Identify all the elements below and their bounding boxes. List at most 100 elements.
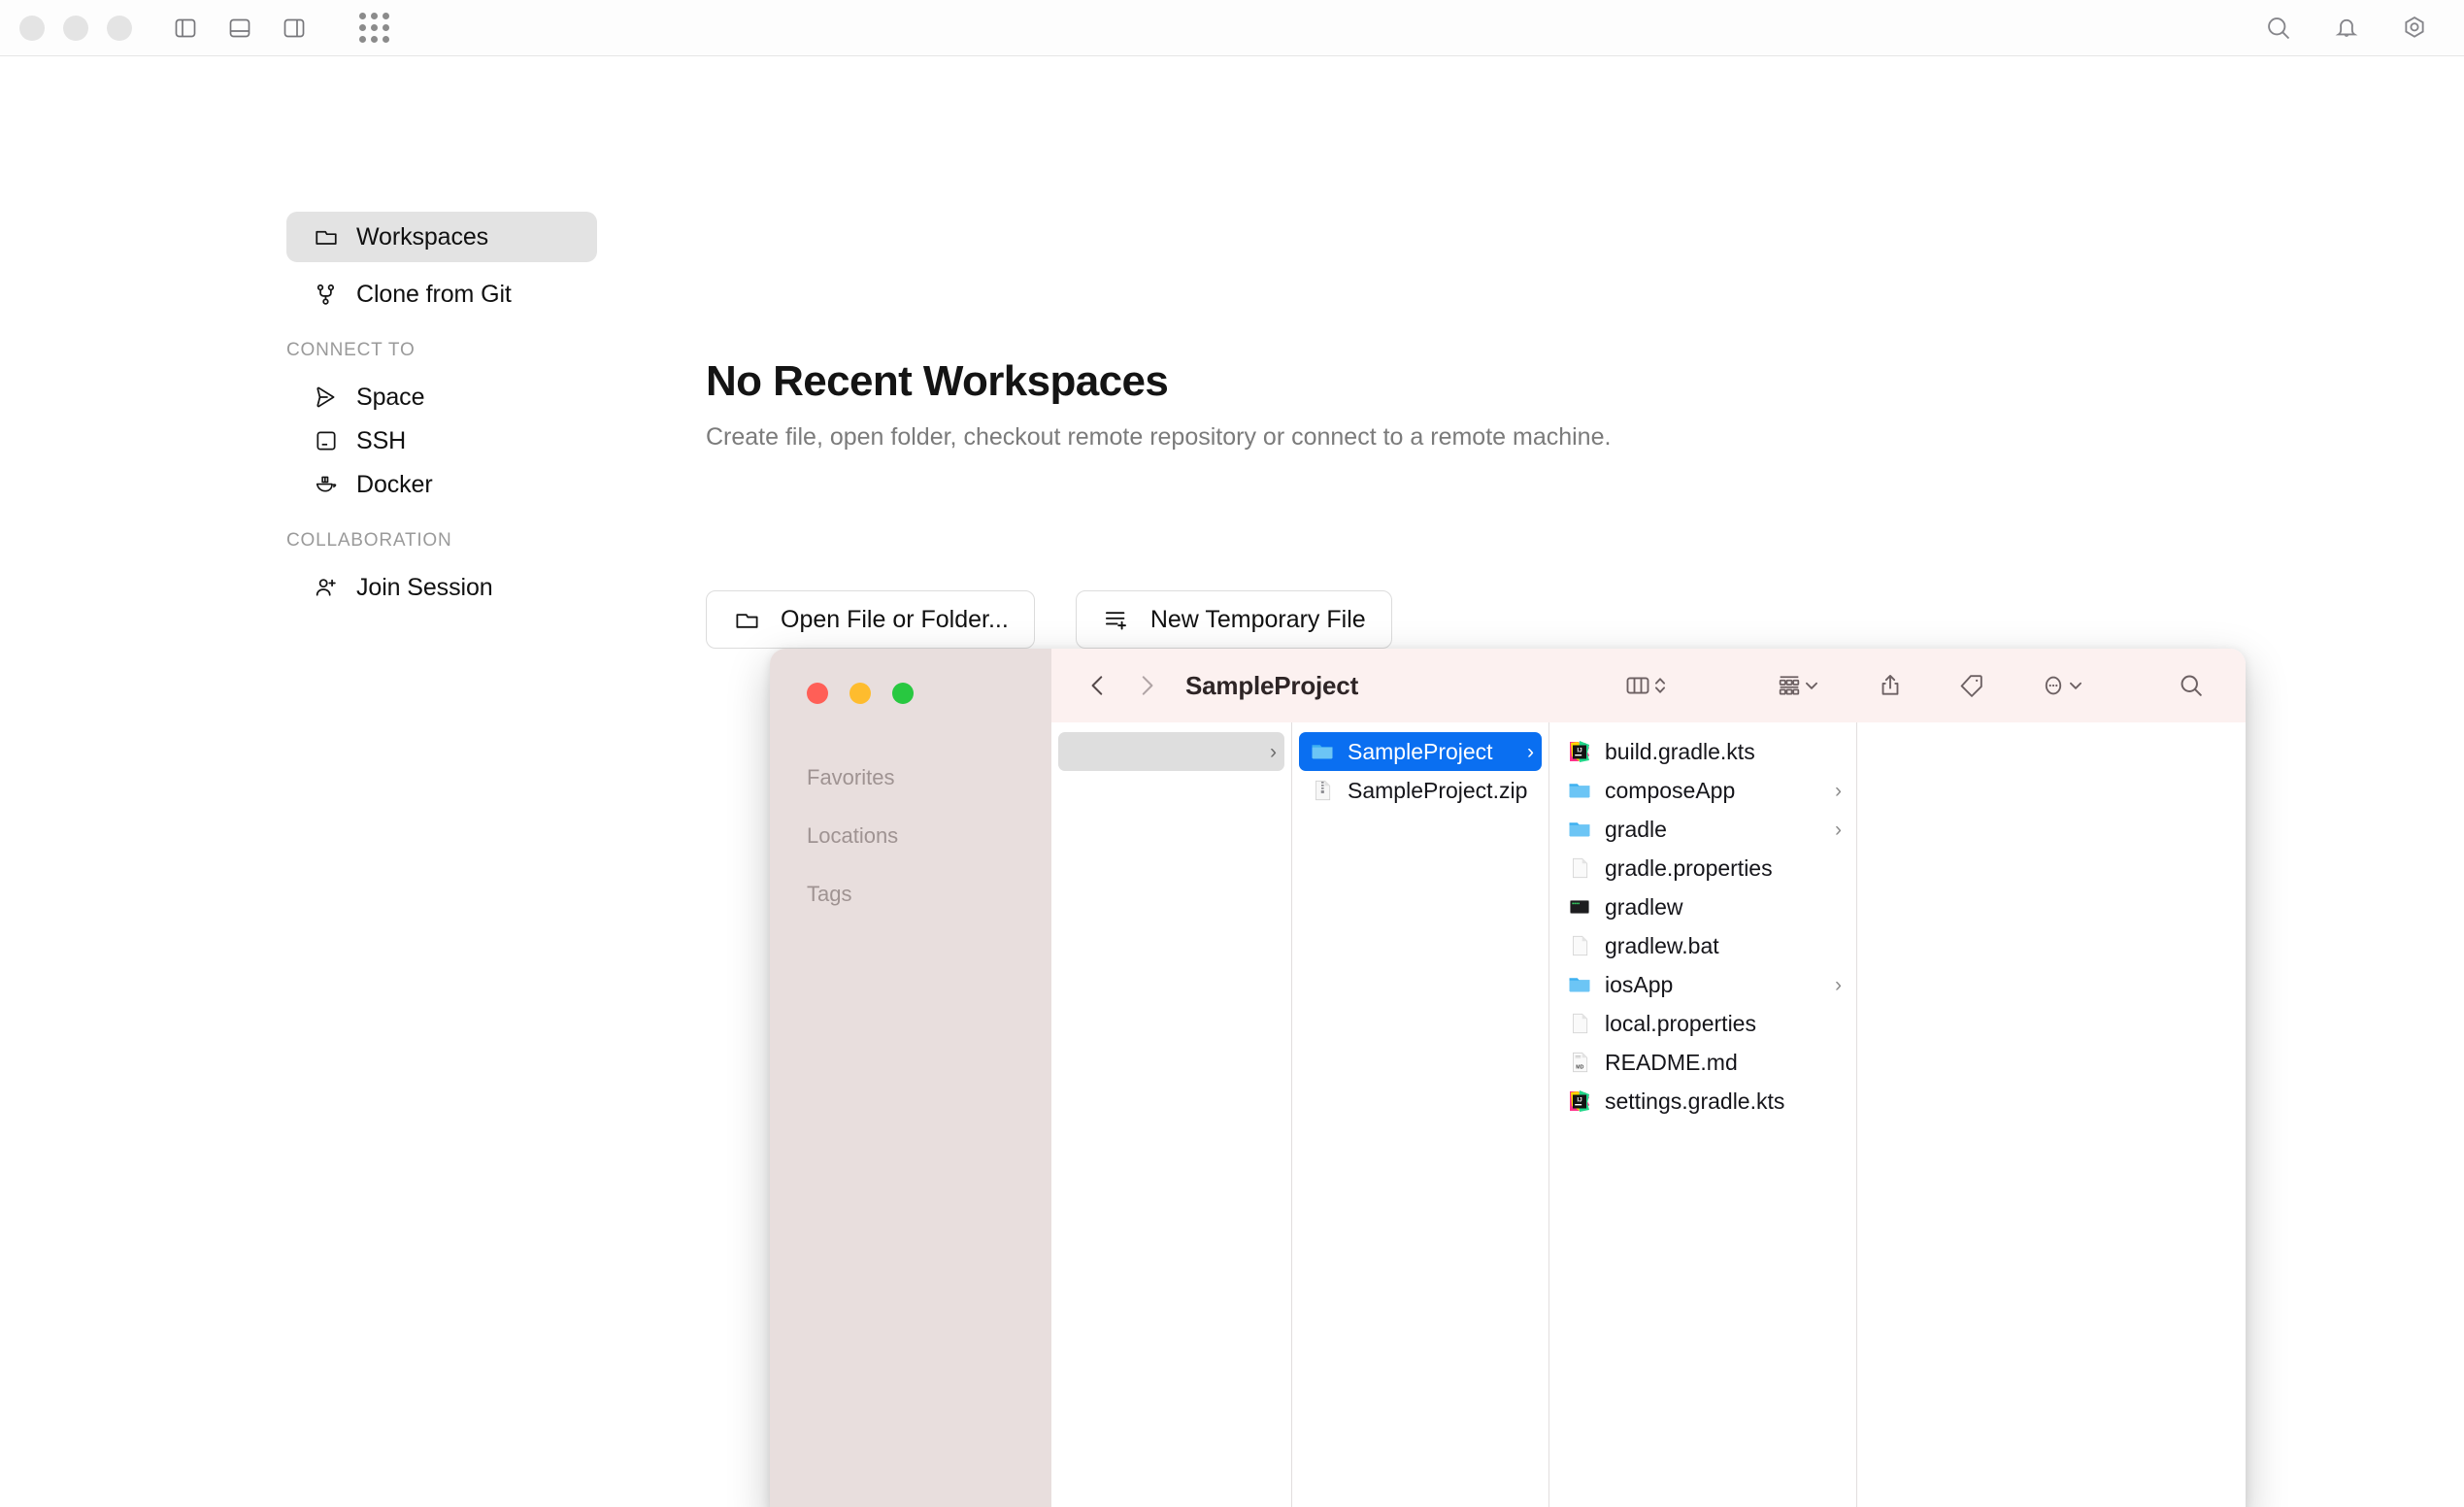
folder-icon	[313, 223, 340, 251]
finder-list-item[interactable]: ›	[1058, 732, 1284, 771]
finder-sidebar: Favorites Locations Tags	[770, 649, 1051, 1507]
zip-file-icon	[1309, 777, 1336, 804]
minimize-button[interactable]	[63, 16, 88, 41]
view-stepper-icon[interactable]	[1651, 672, 1669, 699]
markdown-file-icon: MD	[1566, 1049, 1593, 1076]
finder-zoom-button[interactable]	[892, 683, 914, 704]
tag-icon[interactable]	[1958, 672, 1985, 699]
finder-window[interactable]: Favorites Locations Tags SampleProject	[770, 649, 2246, 1507]
disclosure-chevron-icon: ›	[1835, 781, 1842, 801]
action-label: Open File or Folder...	[781, 606, 1009, 634]
more-actions-icon[interactable]	[2040, 672, 2067, 699]
person-plus-icon	[313, 574, 340, 601]
back-chevron-icon[interactable]	[1081, 668, 1115, 703]
folder-icon	[732, 605, 761, 634]
svg-text:IJ: IJ	[1577, 748, 1582, 754]
sidebar-item-docker[interactable]: Docker	[286, 459, 597, 510]
zoom-button[interactable]	[107, 16, 132, 41]
finder-columns: › SampleProject ›	[1051, 722, 2246, 1507]
folder-icon	[1566, 777, 1593, 804]
space-send-icon	[313, 384, 340, 411]
disclosure-chevron-icon: ›	[1270, 742, 1277, 762]
folder-icon	[1566, 971, 1593, 998]
finder-column-1: ›	[1051, 722, 1292, 1507]
finder-list-item[interactable]: local.properties	[1556, 1004, 1849, 1043]
sidebar-item-label: SSH	[356, 427, 406, 455]
finder-list-item[interactable]: gradlew.bat	[1556, 926, 1849, 965]
docker-whale-icon	[313, 471, 340, 498]
new-file-lines-icon	[1102, 605, 1131, 634]
finder-item-label: composeApp	[1605, 778, 1735, 804]
git-branch-icon	[313, 281, 340, 308]
sidebar-item-workspaces[interactable]: Workspaces	[286, 212, 597, 262]
sidebar-item-label: Join Session	[356, 574, 493, 602]
intellij-file-icon: IJ	[1566, 1088, 1593, 1115]
sidebar-section-collaboration: COLLABORATION	[286, 530, 452, 552]
sidebar-item-label: Space	[356, 384, 424, 412]
app-toolbar	[0, 0, 2464, 56]
app-window: Workspaces Clone from Git CONNECT TO Spa…	[0, 0, 2464, 1507]
grid-dots-icon[interactable]	[359, 13, 389, 43]
panel-toggles	[171, 13, 389, 43]
folder-icon	[1309, 738, 1336, 765]
finder-close-button[interactable]	[807, 683, 828, 704]
finder-list-item[interactable]: gradlew	[1556, 887, 1849, 926]
finder-item-label: gradlew.bat	[1605, 933, 1719, 959]
search-icon[interactable]	[2262, 12, 2295, 45]
open-file-or-folder-button[interactable]: Open File or Folder...	[706, 590, 1035, 649]
bottom-panel-icon[interactable]	[225, 14, 254, 43]
finder-minimize-button[interactable]	[849, 683, 871, 704]
finder-column-3: IJ build.gradle.kts composeApp ›	[1549, 722, 1857, 1507]
finder-list-item[interactable]: iosApp ›	[1556, 965, 1849, 1004]
gear-hexagon-icon[interactable]	[2398, 12, 2431, 45]
finder-window-controls	[807, 683, 914, 704]
finder-search-icon[interactable]	[2178, 672, 2205, 699]
finder-item-label: local.properties	[1605, 1011, 1756, 1037]
forward-chevron-icon[interactable]	[1129, 668, 1164, 703]
finder-column-2: SampleProject › SampleProject.zip	[1292, 722, 1549, 1507]
new-temporary-file-button[interactable]: New Temporary File	[1076, 590, 1392, 649]
finder-item-label: README.md	[1605, 1050, 1738, 1076]
finder-list-item[interactable]: MD README.md	[1556, 1043, 1849, 1082]
plain-file-icon	[1566, 1010, 1593, 1037]
finder-list-item[interactable]: gradle.properties	[1556, 849, 1849, 887]
share-icon[interactable]	[1877, 672, 1904, 699]
finder-list-item[interactable]: SampleProject.zip	[1299, 771, 1542, 810]
primary-actions: Open File or Folder... New Temporary Fil…	[706, 590, 1392, 649]
finder-sidebar-section-locations: Locations	[807, 823, 898, 849]
plain-file-icon	[1566, 932, 1593, 959]
close-button[interactable]	[19, 16, 45, 41]
finder-list-item[interactable]: gradle ›	[1556, 810, 1849, 849]
finder-item-label: gradlew	[1605, 894, 1683, 921]
left-panel-icon[interactable]	[171, 14, 200, 43]
svg-text:MD: MD	[1576, 1064, 1583, 1070]
bell-icon[interactable]	[2330, 12, 2363, 45]
finder-list-item[interactable]: IJ build.gradle.kts	[1556, 732, 1849, 771]
finder-toolbar: SampleProject	[1051, 649, 2246, 722]
finder-item-label: gradle.properties	[1605, 855, 1773, 882]
group-by-chevron-icon[interactable]	[1803, 677, 1820, 694]
finder-item-label: SampleProject	[1348, 739, 1493, 765]
toolbar-right-actions	[2262, 12, 2431, 45]
intellij-file-icon: IJ	[1566, 738, 1593, 765]
finder-list-item[interactable]: composeApp ›	[1556, 771, 1849, 810]
finder-title: SampleProject	[1185, 671, 1358, 701]
finder-list-item[interactable]: SampleProject ›	[1299, 732, 1542, 771]
action-label: New Temporary File	[1150, 606, 1366, 634]
finder-item-label: SampleProject.zip	[1348, 778, 1527, 804]
sidebar-item-label: Docker	[356, 471, 433, 499]
finder-item-label: build.gradle.kts	[1605, 739, 1755, 765]
window-controls	[19, 16, 132, 41]
page-subtitle: Create file, open folder, checkout remot…	[706, 420, 1749, 455]
finder-column-4	[1857, 722, 2076, 1507]
svg-text:IJ: IJ	[1577, 1097, 1582, 1104]
sidebar-item-join-session[interactable]: Join Session	[286, 562, 597, 613]
page-title: No Recent Workspaces	[706, 357, 1168, 406]
sidebar-item-clone-from-git[interactable]: Clone from Git	[286, 269, 597, 319]
finder-list-item[interactable]: IJ settings.gradle.kts	[1556, 1082, 1849, 1121]
right-panel-icon[interactable]	[280, 14, 309, 43]
more-actions-chevron-icon[interactable]	[2067, 677, 2084, 694]
finder-sidebar-section-favorites: Favorites	[807, 765, 894, 790]
column-view-icon[interactable]	[1624, 672, 1651, 699]
group-by-icon[interactable]	[1776, 672, 1803, 699]
